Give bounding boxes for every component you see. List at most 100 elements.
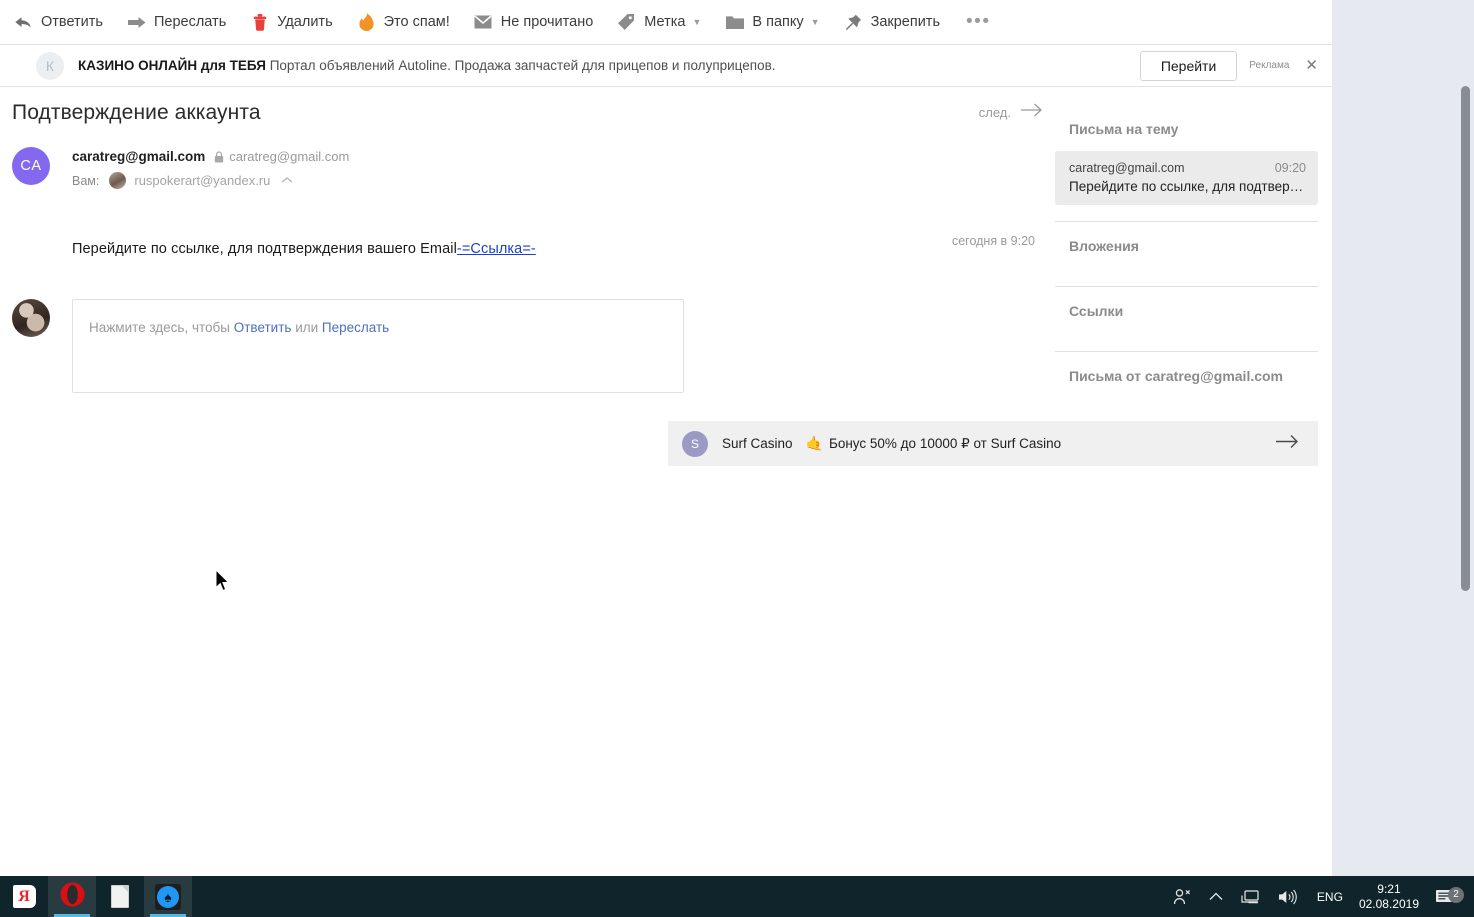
sender-info: caratreg@gmail.com caratreg@gmail.com Ва… [72,147,349,189]
sender-line: caratreg@gmail.com caratreg@gmail.com [72,149,349,164]
label-label: Метка [644,13,686,30]
system-tray: ENG 9:21 02.08.2019 2 [1164,876,1474,917]
quick-reply-input[interactable]: Нажмите здесь, чтобы Ответить или Пересл… [72,299,684,393]
taskbar-app-document[interactable] [96,876,144,917]
sender-address: caratreg@gmail.com [229,149,350,164]
thread-item-time: 09:20 [1274,161,1306,175]
sidebar-item-links[interactable]: Ссылки [1055,287,1318,335]
spam-button[interactable]: Это спам! [357,7,450,37]
taskbar-app-opera[interactable] [48,876,96,917]
mail-toolbar: Ответить Переслать Удалить Это спам! Не … [0,0,1332,45]
pushpin-icon [844,13,863,32]
quick-reply-forward-link[interactable]: Переслать [322,320,389,335]
taskbar-app-poker[interactable]: ♠ [144,876,192,917]
ad-text: КАЗИНО ОНЛАЙН для ТЕБЯ Портал объявлений… [78,58,776,73]
forward-arrow-icon [127,13,146,32]
chevron-up-icon[interactable] [1200,876,1232,917]
next-message-button[interactable]: след. [979,103,1043,122]
scrollbar-thumb[interactable] [1461,86,1470,591]
right-sidebar: Письма на тему caratreg@gmail.com 09:20 … [1055,87,1332,875]
chevron-down-icon: ▼ [810,16,820,27]
promo-name: Surf Casino [722,436,793,451]
envelope-icon [474,13,493,32]
promo-banner[interactable]: S Surf Casino 🤙 Бонус 50% до 10000 ₽ от … [668,421,1318,466]
ad-title: КАЗИНО ОНЛАЙН для ТЕБЯ [78,58,266,73]
chevron-up-icon[interactable] [281,175,293,187]
lock-icon [214,150,224,163]
desktop-screen: Ответить Переслать Удалить Это спам! Не … [0,0,1474,917]
pin-button[interactable]: Закрепить [844,7,940,37]
pin-label: Закрепить [870,13,941,30]
ad-go-button[interactable]: Перейти [1139,50,1238,81]
close-icon[interactable]: ✕ [1301,58,1322,73]
sender-name[interactable]: caratreg@gmail.com [72,149,205,164]
volume-icon[interactable] [1269,876,1307,917]
taskbar-app-yandex-browser[interactable]: Я [0,876,48,917]
sidebar-item-from-sender[interactable]: Письма от caratreg@gmail.com [1055,352,1318,400]
thread-header: Письма на тему [1069,121,1179,137]
promo-description: Бонус 50% до 10000 ₽ от Surf Casino [828,435,1062,451]
ad-actions: Перейти Реклама ✕ [1139,50,1322,81]
advertiser-avatar: К [36,51,64,80]
quick-reply-block: Нажмите здесь, чтобы Ответить или Пересл… [12,299,1055,393]
confirmation-link[interactable]: -=Ссылка=- [457,241,536,257]
folder-label: В папку [752,13,804,30]
label-button[interactable]: Метка ▼ [617,7,701,37]
trash-icon [250,13,269,32]
thread-item-snippet: Перейдите по ссылке, для подтвер… [1069,179,1304,194]
language-indicator[interactable]: ENG [1307,890,1353,904]
clock-time: 9:21 [1377,881,1401,896]
delete-label: Удалить [277,13,333,30]
page-title: Подтверждение аккаунта [12,101,261,124]
network-icon[interactable] [1232,876,1269,917]
sender-row: CA caratreg@gmail.com caratreg@gmail.com [0,125,1055,189]
reply-arrow-icon [14,13,33,32]
tag-icon [617,13,636,32]
promo-avatar: S [682,430,708,457]
move-to-folder-button[interactable]: В папку ▼ [725,7,820,37]
more-actions-button[interactable]: ••• [966,12,990,31]
thread-item-sender: caratreg@gmail.com [1069,161,1185,175]
message-body-text: Перейдите по ссылке, для подтверждения в… [72,241,457,257]
document-icon [111,885,129,908]
sidebar-item-attachments[interactable]: Вложения [1055,222,1318,270]
mark-unread-button[interactable]: Не прочитано [474,7,594,37]
quick-reply-reply-link[interactable]: Ответить [234,320,292,335]
arrow-right-icon [1021,103,1043,122]
forward-button[interactable]: Переслать [127,7,226,37]
ad-description: Портал объявлений Autoline. Продажа запч… [269,58,776,73]
quick-reply-separator: или [291,320,322,335]
user-avatar [12,299,50,337]
reply-label: Ответить [41,13,103,30]
mail-window: Ответить Переслать Удалить Это спам! Не … [0,0,1332,876]
people-icon[interactable] [1164,876,1200,917]
forward-label: Переслать [153,13,227,30]
yandex-icon: Я [12,885,36,908]
taskbar: Я ♠ ENG 9:21 02.08.2019 2 [0,876,1474,917]
avatar: CA [12,147,50,185]
recipient-address[interactable]: ruspokerart@yandex.ru [134,173,270,188]
thread-item-top: caratreg@gmail.com 09:20 [1069,161,1306,175]
recipient-line: Вам: ruspokerart@yandex.ru [72,172,349,189]
chevron-down-icon: ▼ [692,16,702,27]
hand-emoji-icon: 🤙 [805,435,823,451]
subject-row: Подтверждение аккаунта [0,87,1055,125]
quick-reply-prefix: Нажмите здесь, чтобы [89,320,234,335]
spade-glyph: ♠ [157,885,179,908]
message-date: сегодня в 9:20 [951,234,1035,248]
letter-column: Подтверждение аккаунта след. CA caratreg… [0,87,1055,875]
delete-button[interactable]: Удалить [250,7,333,37]
unread-label: Не прочитано [500,13,594,30]
spam-label: Это спам! [383,13,450,30]
arrow-right-icon[interactable] [1276,434,1300,454]
reply-button[interactable]: Ответить [14,7,103,37]
flame-icon [357,13,376,32]
folder-icon [725,13,744,32]
notification-center-button[interactable]: 2 [1431,886,1466,906]
clock-date: 02.08.2019 [1358,896,1419,911]
mail-body: Подтверждение аккаунта след. CA caratreg… [0,87,1332,875]
recipient-label: Вам: [72,173,100,188]
clock[interactable]: 9:21 02.08.2019 [1353,882,1431,912]
thread-list-item[interactable]: caratreg@gmail.com 09:20 Перейдите по сс… [1055,151,1318,205]
recipient-avatar [109,172,127,189]
